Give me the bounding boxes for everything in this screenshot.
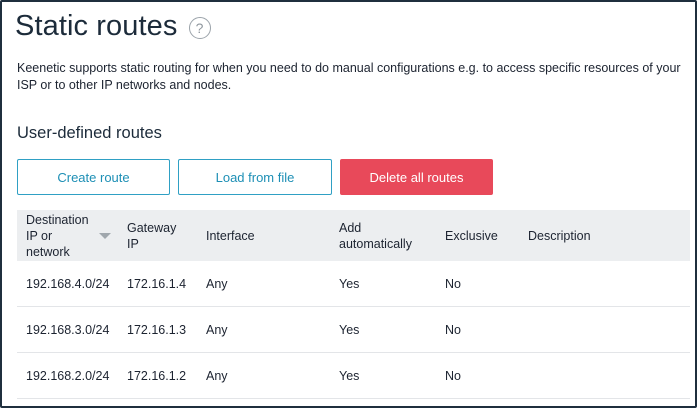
cell-gateway: 172.16.1.2 [127,368,187,383]
cell-add-automatically: Yes [339,368,360,383]
page-title: Static routes [15,10,178,42]
table-row[interactable]: 192.168.2.0/24 172.16.1.2 Any Yes No [17,353,690,399]
table-row[interactable]: 192.168.3.0/24 172.16.1.3 Any Yes No [17,307,690,353]
cell-exclusive: No [445,322,461,337]
cell-exclusive: No [445,276,461,291]
cell-interface: Any [206,368,228,383]
delete-all-routes-button[interactable]: Delete all routes [340,159,493,195]
section-title: User-defined routes [17,124,162,142]
column-header-destination[interactable]: Destination IP or network [26,210,89,261]
column-header-exclusive: Exclusive [445,228,498,243]
create-route-button[interactable]: Create route [17,159,170,195]
cell-exclusive: No [445,368,461,383]
load-from-file-button[interactable]: Load from file [178,159,332,195]
table-header: Destination IP or network Gateway IP Int… [17,210,690,261]
cell-destination: 192.168.4.0/24 [26,276,110,291]
cell-interface: Any [206,322,228,337]
column-header-add-automatically: Add automatically [339,220,412,251]
sort-descending-icon[interactable] [99,233,111,239]
column-header-gateway: Gateway IP [127,220,177,251]
cell-gateway: 172.16.1.3 [127,322,187,337]
table-row[interactable]: 192.168.4.0/24 172.16.1.4 Any Yes No [17,261,690,307]
title-row: Static routes ? [15,10,211,43]
routes-table: Destination IP or network Gateway IP Int… [17,210,690,399]
cell-destination: 192.168.2.0/24 [26,368,110,383]
cell-destination: 192.168.3.0/24 [26,322,110,337]
cell-interface: Any [206,276,228,291]
column-header-description: Description [528,228,591,243]
column-header-interface: Interface [206,228,255,243]
intro-text: Keenetic supports static routing for whe… [17,61,681,92]
help-icon[interactable]: ? [188,17,211,39]
cell-add-automatically: Yes [339,276,360,291]
cell-gateway: 172.16.1.4 [127,276,187,291]
static-routes-panel: Static routes ? Keenetic supports static… [0,0,697,408]
cell-add-automatically: Yes [339,322,360,337]
